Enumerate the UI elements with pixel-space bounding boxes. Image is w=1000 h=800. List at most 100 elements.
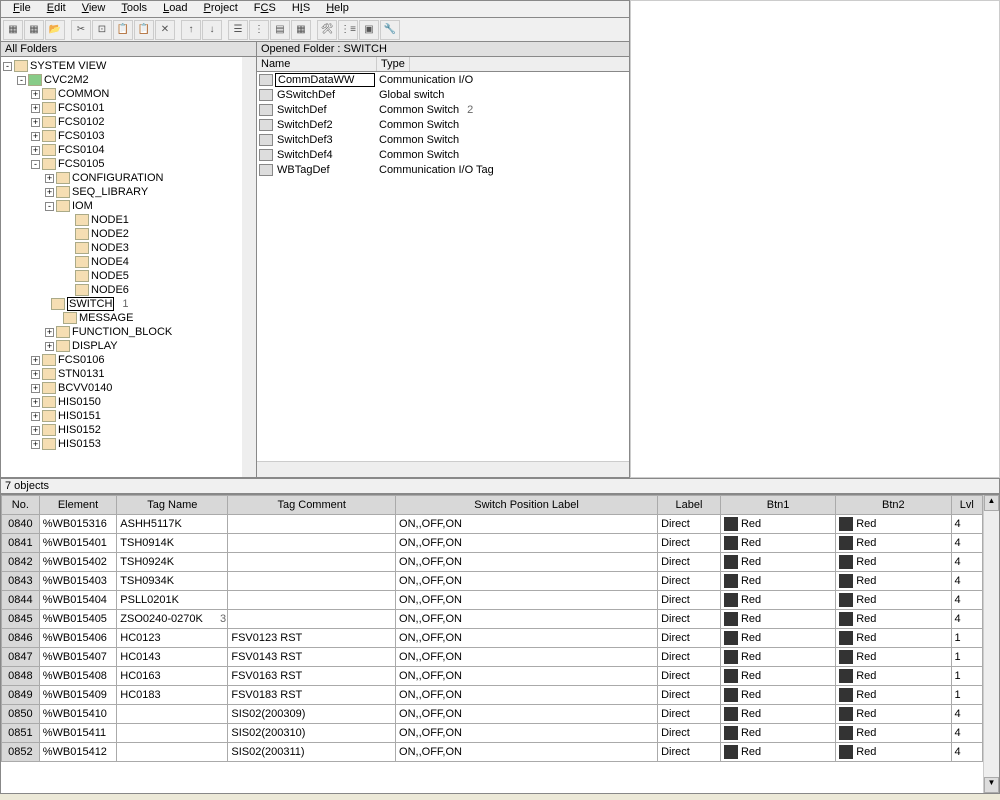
cell-lvl[interactable]: 4 [951, 534, 983, 553]
tree-item-NODE6[interactable]: NODE6 [91, 284, 129, 296]
cell-element[interactable]: %WB015316 [39, 515, 117, 534]
scroll-up-icon[interactable]: ▲ [984, 495, 999, 511]
cell-spl[interactable]: ON,,OFF,ON [396, 743, 658, 762]
tree-item-BCVV0140[interactable]: BCVV0140 [58, 382, 112, 394]
cell-btn2[interactable]: Red [836, 667, 951, 686]
collapse-icon[interactable]: - [17, 76, 26, 85]
list-item[interactable]: CommDataWWCommunication I/O [257, 72, 629, 87]
cell-btn2[interactable]: Red [836, 572, 951, 591]
folder-tree[interactable]: -SYSTEM VIEW -CVC2M2 +COMMON+FCS0101+FCS… [1, 57, 242, 477]
cell-btn1[interactable]: Red [720, 667, 835, 686]
tree-project[interactable]: CVC2M2 [44, 74, 89, 86]
expand-icon[interactable]: + [31, 370, 40, 379]
cell-lvl[interactable]: 1 [951, 629, 983, 648]
expand-icon[interactable]: + [45, 342, 54, 351]
tree-item-STN0131[interactable]: STN0131 [58, 368, 104, 380]
menu-edit[interactable]: Edit [39, 1, 74, 17]
tree-item-FCS0106[interactable]: FCS0106 [58, 354, 104, 366]
tree-item-funcblock[interactable]: FUNCTION_BLOCK [72, 326, 172, 338]
grid-col-3[interactable]: Tag Comment [228, 496, 396, 515]
cell-comment[interactable]: FSV0163 RST [228, 667, 396, 686]
tree-item-COMMON[interactable]: COMMON [58, 88, 109, 100]
cell-label[interactable]: Direct [658, 553, 721, 572]
cell-btn2[interactable]: Red [836, 724, 951, 743]
cell-spl[interactable]: ON,,OFF,ON [396, 705, 658, 724]
cell-tagname[interactable]: TSH0924K [117, 553, 228, 572]
menu-his[interactable]: HIS [284, 1, 318, 17]
tb-down-icon[interactable]: ↓ [202, 20, 222, 40]
cell-btn1[interactable]: Red [720, 629, 835, 648]
table-row[interactable]: 0840 %WB015316 ASHH5117K ON,,OFF,ON Dire… [2, 515, 983, 534]
list-item[interactable]: GSwitchDefGlobal switch [257, 87, 629, 102]
tb-view4-icon[interactable]: ▦ [291, 20, 311, 40]
cell-lvl[interactable]: 4 [951, 553, 983, 572]
cell-label[interactable]: Direct [658, 515, 721, 534]
tb-cfg-icon[interactable]: ⋮≡ [338, 20, 358, 40]
collapse-icon[interactable]: - [45, 202, 54, 211]
expand-icon[interactable]: + [31, 426, 40, 435]
cell-tagname[interactable] [117, 705, 228, 724]
cell-btn1[interactable]: Red [720, 724, 835, 743]
menu-tools[interactable]: Tools [113, 1, 155, 17]
col-type[interactable]: Type [377, 57, 410, 71]
cell-lvl[interactable]: 4 [951, 743, 983, 762]
table-row[interactable]: 0842 %WB015402 TSH0924K ON,,OFF,ON Direc… [2, 553, 983, 572]
cell-element[interactable]: %WB015403 [39, 572, 117, 591]
list-hscroll[interactable] [257, 461, 629, 477]
cell-tagname[interactable]: TSH0914K [117, 534, 228, 553]
cell-comment[interactable]: SIS02(200309) [228, 705, 396, 724]
cell-comment[interactable] [228, 534, 396, 553]
list-item[interactable]: SwitchDef3Common Switch [257, 132, 629, 147]
cell-lvl[interactable]: 4 [951, 724, 983, 743]
cell-label[interactable]: Direct [658, 648, 721, 667]
tb-new-icon[interactable]: ▦ [3, 20, 23, 40]
tb-view2-icon[interactable]: ⋮ [249, 20, 269, 40]
cell-btn1[interactable]: Red [720, 705, 835, 724]
cell-spl[interactable]: ON,,OFF,ON [396, 534, 658, 553]
cell-btn2[interactable]: Red [836, 534, 951, 553]
cell-btn1[interactable]: Red [720, 534, 835, 553]
cell-btn2[interactable]: Red [836, 743, 951, 762]
table-row[interactable]: 0849 %WB015409 HC0183 FSV0183 RST ON,,OF… [2, 686, 983, 705]
cell-lvl[interactable]: 4 [951, 591, 983, 610]
cell-btn2[interactable]: Red [836, 610, 951, 629]
tree-item-SEQ_LIBRARY[interactable]: SEQ_LIBRARY [72, 186, 148, 198]
cell-tagname[interactable] [117, 724, 228, 743]
cell-label[interactable]: Direct [658, 743, 721, 762]
cell-spl[interactable]: ON,,OFF,ON [396, 629, 658, 648]
expand-icon[interactable]: + [45, 174, 54, 183]
cell-btn1[interactable]: Red [720, 743, 835, 762]
cell-btn2[interactable]: Red [836, 705, 951, 724]
grid-col-1[interactable]: Element [39, 496, 117, 515]
tree-item-HIS0150[interactable]: HIS0150 [58, 396, 101, 408]
list-item[interactable]: SwitchDefCommon Switch2 [257, 102, 629, 117]
cell-spl[interactable]: ON,,OFF,ON [396, 553, 658, 572]
cell-lvl[interactable]: 1 [951, 648, 983, 667]
tree-item-NODE2[interactable]: NODE2 [91, 228, 129, 240]
cell-spl[interactable]: ON,,OFF,ON [396, 648, 658, 667]
cell-lvl[interactable]: 4 [951, 515, 983, 534]
cell-label[interactable]: Direct [658, 534, 721, 553]
cell-comment[interactable]: SIS02(200310) [228, 724, 396, 743]
tree-iom[interactable]: IOM [72, 200, 93, 212]
cell-comment[interactable]: FSV0143 RST [228, 648, 396, 667]
grid-col-5[interactable]: Label [658, 496, 721, 515]
menu-project[interactable]: Project [196, 1, 246, 17]
cell-comment[interactable]: FSV0123 RST [228, 629, 396, 648]
list-item[interactable]: SwitchDef4Common Switch [257, 147, 629, 162]
grid-col-2[interactable]: Tag Name [117, 496, 228, 515]
col-name[interactable]: Name [257, 57, 377, 71]
list-item[interactable]: SwitchDef2Common Switch [257, 117, 629, 132]
table-row[interactable]: 0841 %WB015401 TSH0914K ON,,OFF,ON Direc… [2, 534, 983, 553]
tree-item-HIS0151[interactable]: HIS0151 [58, 410, 101, 422]
cell-btn2[interactable]: Red [836, 686, 951, 705]
expand-icon[interactable]: + [45, 188, 54, 197]
cell-element[interactable]: %WB015411 [39, 724, 117, 743]
tb-chart-icon[interactable]: ▣ [359, 20, 379, 40]
cell-label[interactable]: Direct [658, 667, 721, 686]
tb-props-icon[interactable]: 🛠 [317, 20, 337, 40]
grid-vscroll[interactable]: ▲ ▼ [983, 495, 999, 793]
cell-tagname[interactable]: HC0143 [117, 648, 228, 667]
tree-item-FCS0104[interactable]: FCS0104 [58, 144, 104, 156]
collapse-icon[interactable]: - [31, 160, 40, 169]
